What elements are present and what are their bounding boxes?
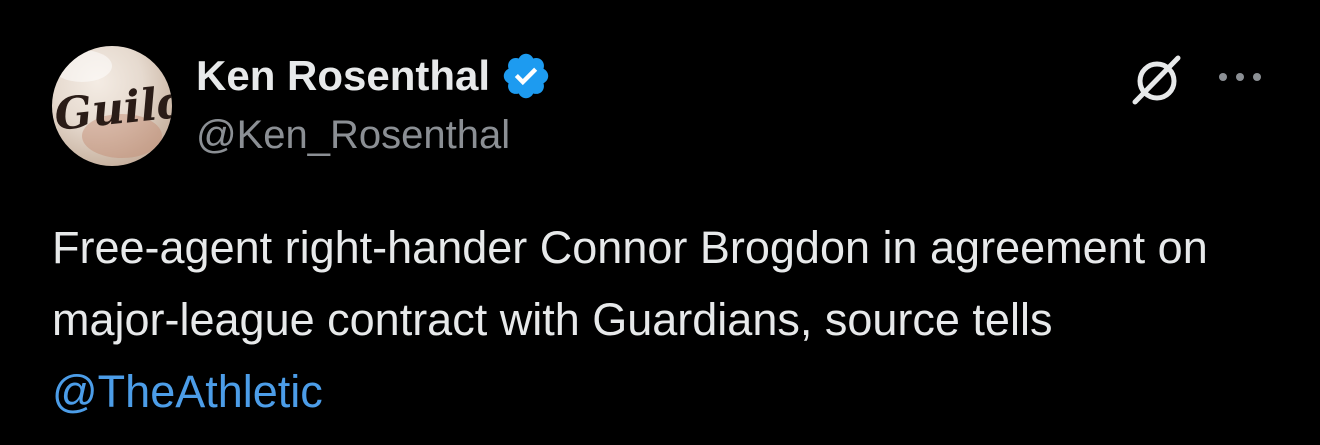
tweet-card: Guild Ken Rosenthal @Ken_Rosenthal Free-… (0, 0, 1320, 445)
author-handle[interactable]: @Ken_Rosenthal (196, 110, 510, 160)
grok-icon[interactable] (1126, 52, 1186, 108)
tweet-body-text: Free-agent right-hander Connor Brogdon i… (52, 222, 1208, 345)
mention-link[interactable]: @TheAthletic (52, 366, 323, 417)
verified-badge-icon (500, 50, 552, 102)
tweet-text: Free-agent right-hander Connor Brogdon i… (52, 212, 1232, 428)
author-avatar[interactable]: Guild (52, 46, 172, 166)
author-name-row[interactable]: Ken Rosenthal (196, 50, 552, 102)
more-options-icon[interactable] (1214, 62, 1266, 92)
avatar-image: Guild (52, 50, 172, 158)
author-display-name: Ken Rosenthal (196, 52, 491, 99)
